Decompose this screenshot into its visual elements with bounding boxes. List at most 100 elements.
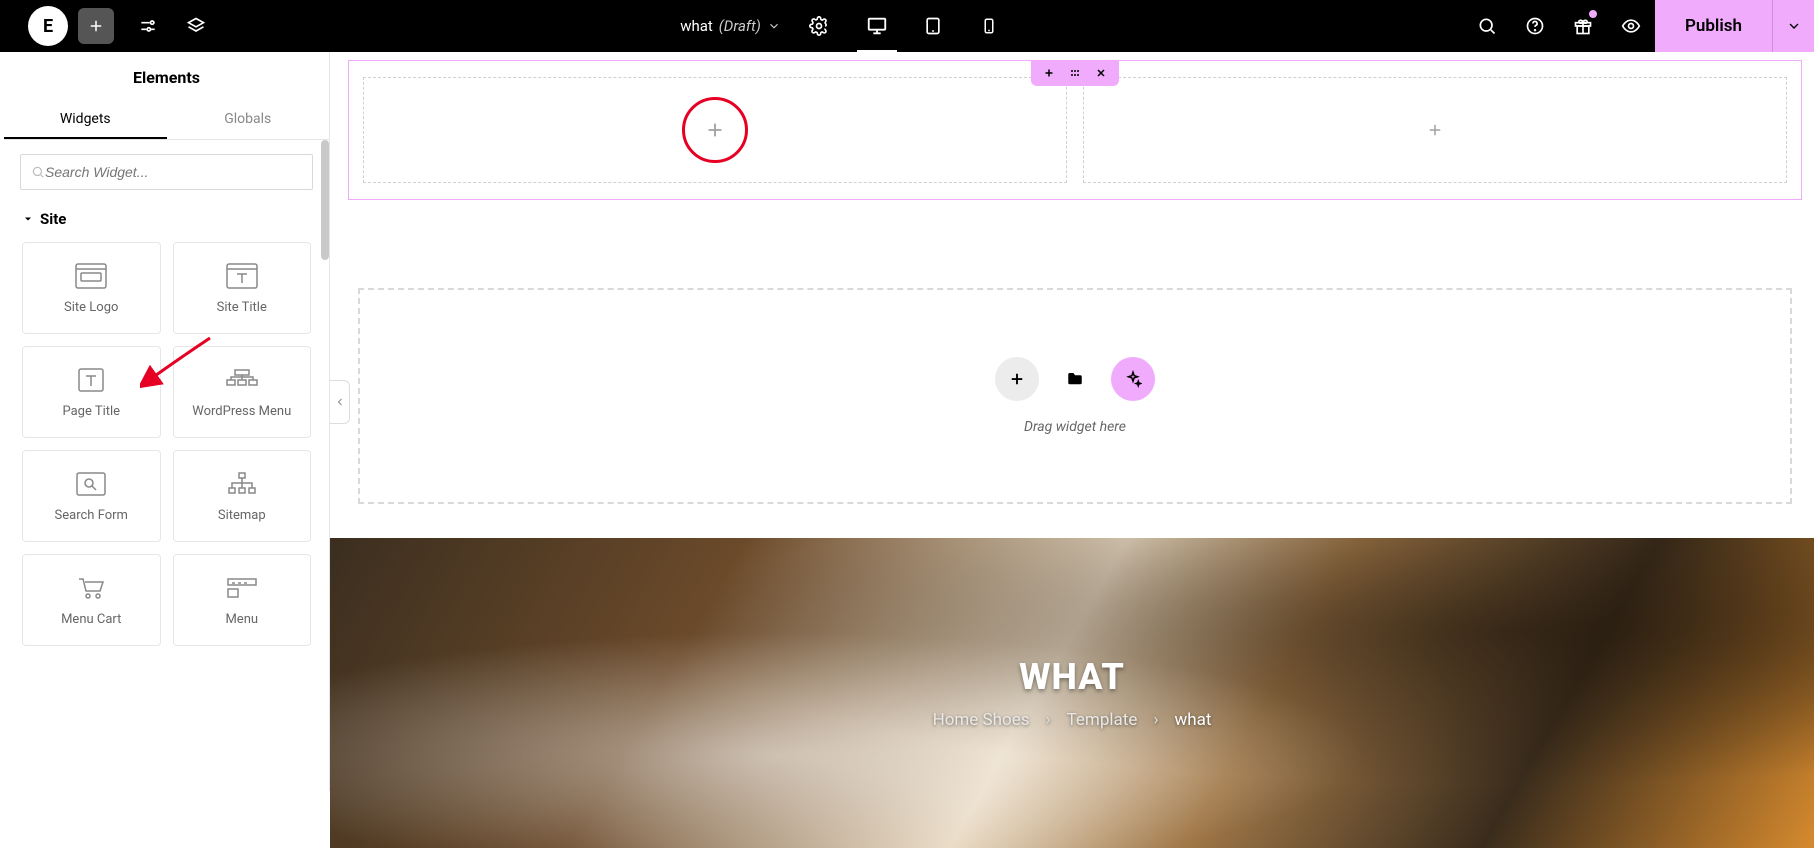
chevron-down-icon (1786, 18, 1802, 34)
wordpress-menu-icon (225, 366, 259, 394)
add-template-button[interactable] (1053, 357, 1097, 401)
column-1[interactable] (363, 77, 1067, 183)
widget-label: Search Form (55, 508, 128, 523)
section-edit-button[interactable] (1067, 65, 1083, 81)
widget-label: Sitemap (218, 508, 266, 523)
add-widget-column-2[interactable] (1423, 118, 1447, 142)
sitemap-icon (226, 470, 258, 498)
category-site-header[interactable]: Site (4, 200, 329, 236)
menu-icon (226, 574, 258, 602)
add-widget-column-1[interactable] (682, 97, 748, 163)
device-desktop-button[interactable] (849, 0, 905, 52)
help-button[interactable] (1511, 0, 1559, 52)
top-toolbar: E what (Draft) (0, 0, 1814, 52)
panel-title: Elements (4, 52, 329, 101)
breadcrumb-separator-icon: › (1045, 710, 1050, 730)
widget-search-form[interactable]: Search Form (22, 450, 161, 542)
widget-menu[interactable]: Menu (173, 554, 312, 646)
document-title-dropdown[interactable]: what (Draft) (666, 17, 795, 35)
caret-down-icon (22, 213, 34, 225)
panel-scrollbar[interactable] (321, 140, 329, 260)
eye-icon (1621, 16, 1641, 36)
add-section-button[interactable] (995, 357, 1039, 401)
section-add-button[interactable] (1041, 65, 1057, 81)
publish-label: Publish (1685, 16, 1742, 36)
widget-wordpress-menu[interactable]: WordPress Menu (173, 346, 312, 438)
widget-label: WordPress Menu (192, 404, 291, 419)
breadcrumb-current: what (1174, 710, 1211, 730)
widget-label: Page Title (62, 404, 120, 419)
chevron-left-icon (334, 396, 346, 408)
site-title-icon (226, 262, 258, 290)
topbar-center: what (Draft) (220, 0, 1463, 52)
hero-title: WHAT (1019, 656, 1125, 698)
drop-actions (995, 357, 1155, 401)
tab-widgets[interactable]: Widgets (4, 101, 167, 139)
finder-button[interactable] (1463, 0, 1511, 52)
close-icon (1095, 67, 1107, 79)
sliders-icon (138, 16, 158, 36)
widget-label: Site Title (217, 300, 267, 315)
publish-button[interactable]: Publish (1655, 0, 1772, 52)
search-icon (31, 165, 45, 179)
grip-icon (1068, 67, 1082, 79)
menu-cart-icon (76, 574, 106, 602)
breadcrumb-item[interactable]: Home Shoes (933, 710, 1030, 730)
whats-new-button[interactable] (1559, 0, 1607, 52)
site-settings-button[interactable] (124, 0, 172, 52)
folder-icon (1066, 370, 1084, 388)
document-status: (Draft) (719, 17, 761, 35)
category-label: Site (40, 210, 66, 228)
topbar-left: E (0, 0, 220, 52)
help-icon (1525, 16, 1545, 36)
preview-button[interactable] (1607, 0, 1655, 52)
device-tablet-button[interactable] (905, 0, 961, 52)
ai-button[interactable] (1111, 357, 1155, 401)
layers-icon (186, 16, 206, 36)
document-name: what (680, 17, 713, 35)
column-2[interactable] (1083, 77, 1787, 183)
breadcrumb-separator-icon: › (1153, 710, 1158, 730)
widget-page-title[interactable]: Page Title (22, 346, 161, 438)
page-title-icon (75, 366, 107, 394)
panel-scroll-area: Site Site Logo Site Title Page Title (4, 140, 329, 791)
page-settings-button[interactable] (795, 0, 843, 52)
widget-menu-cart[interactable]: Menu Cart (22, 554, 161, 646)
sparkle-icon (1124, 370, 1142, 388)
plus-icon (704, 119, 726, 141)
widget-label: Menu Cart (61, 612, 121, 627)
device-mobile-button[interactable] (961, 0, 1017, 52)
widget-site-title[interactable]: Site Title (173, 242, 312, 334)
widget-site-logo[interactable]: Site Logo (22, 242, 161, 334)
mobile-icon (980, 17, 998, 35)
new-section-drop-area[interactable]: Drag widget here (358, 288, 1792, 504)
responsive-device-group (849, 0, 1017, 52)
breadcrumb: Home Shoes › Template › what (933, 710, 1212, 730)
drop-hint-text: Drag widget here (1024, 419, 1126, 435)
search-widget-box[interactable] (20, 154, 313, 190)
panel-collapse-handle[interactable] (330, 380, 350, 424)
elementor-logo-button[interactable]: E (28, 6, 68, 46)
structure-button[interactable] (172, 0, 220, 52)
hero-section: WHAT Home Shoes › Template › what (330, 538, 1814, 848)
search-widget-input[interactable] (45, 164, 302, 180)
tablet-icon (923, 16, 943, 36)
elementor-logo-icon: E (43, 16, 53, 37)
section-controls (1031, 60, 1119, 86)
elements-panel: Elements Widgets Globals Site Site Logo (4, 52, 330, 791)
plus-icon (1008, 370, 1026, 388)
section-delete-button[interactable] (1093, 65, 1109, 81)
tab-globals[interactable]: Globals (167, 101, 330, 139)
search-form-icon (75, 470, 107, 498)
publish-options-button[interactable] (1772, 0, 1814, 52)
section-container[interactable] (348, 60, 1802, 200)
site-logo-icon (75, 262, 107, 290)
chevron-down-icon (767, 19, 781, 33)
search-icon (1477, 16, 1497, 36)
widget-label: Site Logo (64, 300, 118, 315)
widget-sitemap[interactable]: Sitemap (173, 450, 312, 542)
add-element-button[interactable] (78, 8, 114, 44)
widget-label: Menu (225, 612, 258, 627)
widgets-grid: Site Logo Site Title Page Title WordPres… (4, 236, 329, 652)
breadcrumb-item[interactable]: Template (1067, 710, 1138, 730)
